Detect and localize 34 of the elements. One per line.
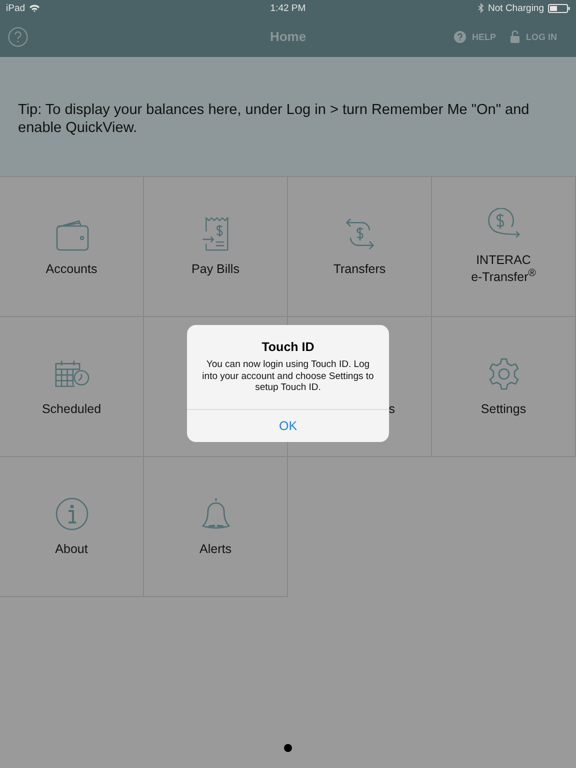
bluetooth-icon	[478, 3, 484, 13]
menu-tile[interactable]: Settings	[432, 317, 576, 457]
charging-status: Not Charging	[488, 2, 544, 14]
tile-label: Pay Bills	[192, 263, 240, 276]
page-title: Home	[270, 29, 306, 44]
status-time: 1:42 PM	[270, 2, 306, 14]
wallet-icon	[54, 217, 90, 251]
help-icon	[454, 30, 466, 42]
wifi-icon	[29, 4, 40, 12]
tile-label: INTERAC e-Transfer$^{®}$	[471, 254, 536, 285]
help-icon[interactable]	[8, 26, 28, 46]
menu-tile[interactable]: Pay Bills	[144, 177, 288, 317]
tile-label: Transfers	[333, 263, 386, 276]
menu-tile[interactable]: Accounts	[0, 177, 144, 317]
dialog-title: Touch ID	[262, 340, 314, 354]
battery-icon	[548, 4, 570, 12]
menu-tile[interactable]: About	[0, 457, 144, 597]
tip-text: Tip: To display your balances here, under Log in > turn Remember Me "On" and enable QuickView.	[18, 100, 530, 136]
dialog-message: You can now login using Touch ID. Log into your account and choose Settings to setup Touch ID.	[201, 359, 375, 394]
menu-tile[interactable]: INTERAC e-Transfer$^{®}$	[432, 177, 576, 317]
info-icon	[54, 497, 90, 531]
tile-label: s	[388, 403, 395, 416]
menu-tile[interactable]: Transfers	[288, 177, 432, 317]
tile-label: Settings	[480, 403, 526, 416]
tile-label: Scheduled	[42, 403, 102, 416]
menu-tile[interactable]: Scheduled	[0, 317, 144, 457]
tile-label: Alerts	[200, 543, 232, 556]
lock-icon	[510, 30, 520, 43]
tile-label: About	[55, 543, 88, 556]
menu-tile[interactable]: Alerts	[144, 457, 288, 597]
device-name: iPad	[6, 2, 26, 14]
tile-label: Accounts	[46, 263, 98, 276]
page-indicator	[284, 744, 292, 752]
ok-button[interactable]: OK	[187, 408, 389, 442]
